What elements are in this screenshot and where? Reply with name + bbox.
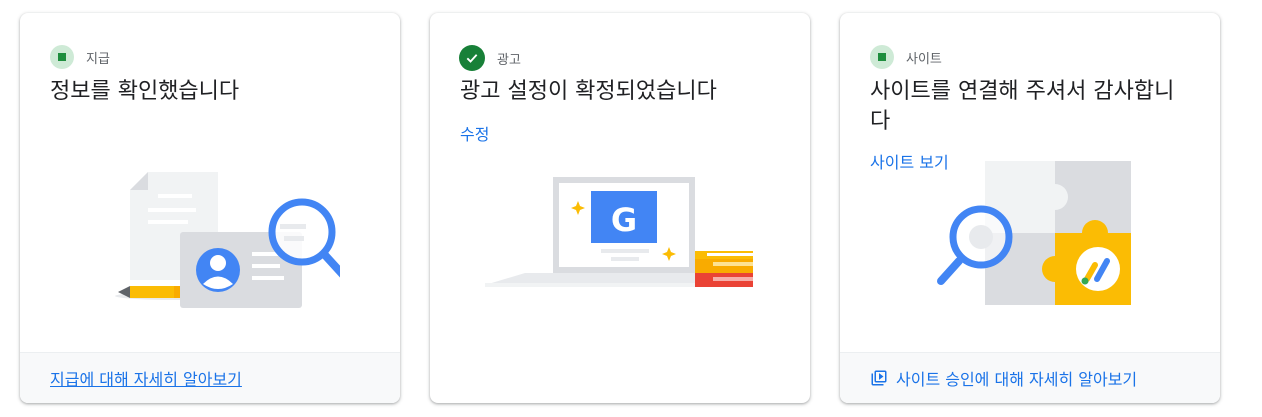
ads-laptop-illustration: G [485, 177, 753, 287]
status-row: 사이트 [870, 45, 942, 69]
payments-illustration [115, 172, 340, 308]
edit-link[interactable]: 수정 [460, 121, 489, 145]
card-title: 사이트를 연결해 주셔서 감사합니다 [870, 79, 1175, 134]
pending-status-icon [50, 45, 74, 69]
status-label: 지급 [86, 51, 110, 67]
status-row: 광고 [459, 45, 521, 71]
check-circle-icon [459, 45, 485, 71]
ads-card: 광고 광고 설정이 확정되었습니다 수정 G [430, 13, 810, 403]
learn-more-site-approval-link[interactable]: 사이트 승인에 대해 자세히 알아보기 [870, 366, 1137, 390]
pending-status-icon [870, 45, 894, 69]
card-footer: 지급에 대해 자세히 알아보기 [20, 352, 400, 403]
status-label: 광고 [497, 52, 521, 68]
card-title: 광고 설정이 확정되었습니다 [460, 79, 717, 104]
video-library-icon [871, 370, 887, 386]
sites-card: 사이트 사이트를 연결해 주셔서 감사합니다 사이트 보기 사이트 승인에 대해… [840, 13, 1220, 403]
learn-more-payments-link[interactable]: 지급에 대해 자세히 알아보기 [50, 366, 242, 390]
card-title: 정보를 확인했습니다 [50, 79, 240, 104]
status-label: 사이트 [906, 51, 942, 67]
card-footer: 사이트 승인에 대해 자세히 알아보기 [840, 352, 1220, 403]
payments-card: 지급 정보를 확인했습니다 지급에 대해 자세히 알아보기 [20, 13, 400, 403]
sites-puzzle-illustration [937, 161, 1131, 305]
google-g-letter: G [611, 201, 637, 239]
status-row: 지급 [50, 45, 110, 69]
footer-link-label: 사이트 승인에 대해 자세히 알아보기 [896, 370, 1138, 389]
